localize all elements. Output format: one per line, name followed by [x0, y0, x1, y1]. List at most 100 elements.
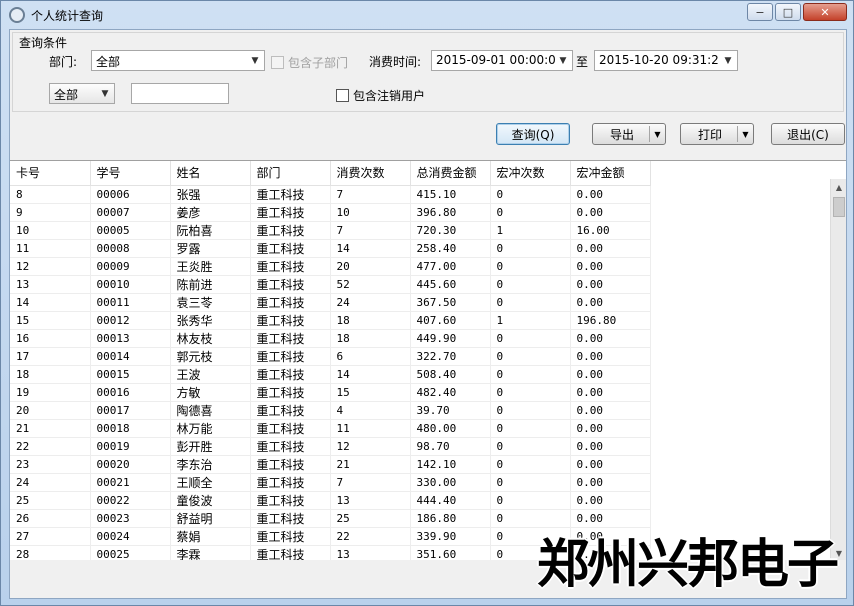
table-cell: 王顺全: [170, 473, 251, 492]
table-cell: 林友枝: [170, 329, 251, 348]
table-cell: 482.40: [410, 383, 491, 402]
table-cell: 10: [10, 221, 91, 240]
export-button[interactable]: 导出 ▼: [592, 123, 666, 145]
table-row[interactable]: 15 00012 张秀华 重工科技 18 407.60 1 196.80: [10, 311, 651, 330]
table-cell: 00014: [90, 347, 171, 366]
column-header[interactable]: 总消费金额: [410, 161, 491, 186]
scroll-up-icon[interactable]: ▲: [831, 179, 846, 195]
table-cell: 姜彦: [170, 203, 251, 222]
table-cell: 00016: [90, 383, 171, 402]
table-cell: 重工科技: [250, 239, 331, 258]
table-cell: 王波: [170, 365, 251, 384]
table-row[interactable]: 18 00015 王波 重工科技 14 508.40 0 0.00: [10, 365, 651, 384]
table-cell: 0.00: [570, 275, 651, 294]
table-cell: 方敏: [170, 383, 251, 402]
table-cell: 00017: [90, 401, 171, 420]
time-to-value: 2015-10-20 09:31:2: [599, 53, 719, 67]
table-cell: 0: [490, 185, 571, 204]
chevron-down-icon[interactable]: ▼: [649, 126, 665, 142]
table-cell: 0.00: [570, 257, 651, 276]
table-cell: 17: [10, 347, 91, 366]
column-header[interactable]: 部门: [250, 161, 331, 186]
table-cell: 24: [330, 293, 411, 312]
table-row[interactable]: 22 00019 彭开胜 重工科技 12 98.70 0 0.00: [10, 437, 651, 456]
exit-button[interactable]: 退出(C): [771, 123, 845, 145]
table-cell: 7: [330, 221, 411, 240]
table-cell: 重工科技: [250, 311, 331, 330]
table-cell: 0.00: [570, 419, 651, 438]
dept-select-value: 全部: [96, 55, 121, 69]
table-cell: 00023: [90, 509, 171, 528]
maximize-button[interactable]: □: [775, 3, 801, 21]
table-cell: 142.10: [410, 455, 491, 474]
close-icon: ✕: [820, 5, 830, 19]
table-cell: 21: [10, 419, 91, 438]
table-cell: 18: [10, 365, 91, 384]
table-cell: 9: [10, 203, 91, 222]
table-row[interactable]: 9 00007 姜彦 重工科技 10 396.80 0 0.00: [10, 203, 651, 222]
table-row[interactable]: 17 00014 郭元枝 重工科技 6 322.70 0 0.00: [10, 347, 651, 366]
table-row[interactable]: 20 00017 陶德喜 重工科技 4 39.70 0 0.00: [10, 401, 651, 420]
table-cell: 00022: [90, 491, 171, 510]
table-cell: 20: [330, 257, 411, 276]
filter-select[interactable]: 全部 ▼: [49, 83, 115, 104]
vertical-scrollbar[interactable]: ▲ ▼: [830, 179, 846, 560]
table-cell: 0: [490, 293, 571, 312]
table-cell: 00011: [90, 293, 171, 312]
query-button[interactable]: 查询(Q): [496, 123, 570, 145]
table-row[interactable]: 14 00011 袁三苓 重工科技 24 367.50 0 0.00: [10, 293, 651, 312]
table-cell: 童俊波: [170, 491, 251, 510]
table-row[interactable]: 21 00018 林万能 重工科技 11 480.00 0 0.00: [10, 419, 651, 438]
column-header[interactable]: 学号: [90, 161, 171, 186]
title-bar[interactable]: 个人统计查询 − □ ✕: [1, 1, 853, 29]
table-cell: 480.00: [410, 419, 491, 438]
table-row[interactable]: 23 00020 李东治 重工科技 21 142.10 0 0.00: [10, 455, 651, 474]
dept-select[interactable]: 全部 ▼: [91, 50, 265, 71]
app-window: 个人统计查询 − □ ✕ 查询条件 部门: 全部 ▼ 包含子部门 消费时间: 2…: [0, 0, 854, 606]
chevron-down-icon[interactable]: ▼: [737, 126, 753, 142]
table-row[interactable]: 25 00022 童俊波 重工科技 13 444.40 0 0.00: [10, 491, 651, 510]
table-row[interactable]: 13 00010 陈前进 重工科技 52 445.60 0 0.00: [10, 275, 651, 294]
column-header[interactable]: 姓名: [170, 161, 251, 186]
minimize-button[interactable]: −: [747, 3, 773, 21]
table-row[interactable]: 12 00009 王炎胜 重工科技 20 477.00 0 0.00: [10, 257, 651, 276]
include-cancelled-checkbox[interactable]: 包含注销用户: [336, 87, 425, 104]
table-row[interactable]: 19 00016 方敏 重工科技 15 482.40 0 0.00: [10, 383, 651, 402]
table-row[interactable]: 16 00013 林友枝 重工科技 18 449.90 0 0.00: [10, 329, 651, 348]
table-cell: 00010: [90, 275, 171, 294]
results-grid: 卡号 学号 姓名 部门 消费次数 总消费金额 宏冲次数 宏冲金额 8 00006 张强 重工科技 7 4…: [10, 160, 846, 560]
maximize-icon: □: [782, 5, 794, 19]
column-header[interactable]: 卡号: [10, 161, 91, 186]
table-cell: 0.00: [570, 509, 651, 528]
table-cell: 351.60: [410, 545, 491, 560]
table-cell: 477.00: [410, 257, 491, 276]
table-cell: 李东治: [170, 455, 251, 474]
search-input[interactable]: [131, 83, 229, 104]
time-to-picker[interactable]: 2015-10-20 09:31:2 ▼: [594, 50, 738, 71]
print-button-label: 打印: [697, 127, 722, 142]
table-row[interactable]: 11 00008 罗露 重工科技 14 258.40 0 0.00: [10, 239, 651, 258]
column-header[interactable]: 消费次数: [330, 161, 411, 186]
window-controls: − □ ✕: [745, 3, 847, 21]
table-cell: 26: [10, 509, 91, 528]
include-sub-dept-checkbox[interactable]: 包含子部门: [271, 54, 348, 71]
table-row[interactable]: 24 00021 王顺全 重工科技 7 330.00 0 0.00: [10, 473, 651, 492]
column-header[interactable]: 宏冲金额: [570, 161, 651, 186]
table-cell: 0.00: [570, 239, 651, 258]
table-cell: 720.30: [410, 221, 491, 240]
scroll-thumb[interactable]: [833, 197, 845, 217]
table-row[interactable]: 8 00006 张强 重工科技 7 415.10 0 0.00: [10, 185, 651, 204]
table-cell: 0.00: [570, 383, 651, 402]
table-cell: 00025: [90, 545, 171, 560]
table-row[interactable]: 10 00005 阮柏喜 重工科技 7 720.30 1 16.00: [10, 221, 651, 240]
table-cell: 重工科技: [250, 347, 331, 366]
print-button[interactable]: 打印 ▼: [680, 123, 754, 145]
column-header[interactable]: 宏冲次数: [490, 161, 571, 186]
table-cell: 0: [490, 419, 571, 438]
close-button[interactable]: ✕: [803, 3, 847, 21]
time-from-picker[interactable]: 2015-09-01 00:00:0 ▼: [431, 50, 573, 71]
table-cell: 19: [10, 383, 91, 402]
table-cell: 39.70: [410, 401, 491, 420]
table-cell: 00012: [90, 311, 171, 330]
table-row[interactable]: 26 00023 舒益明 重工科技 25 186.80 0 0.00: [10, 509, 651, 528]
